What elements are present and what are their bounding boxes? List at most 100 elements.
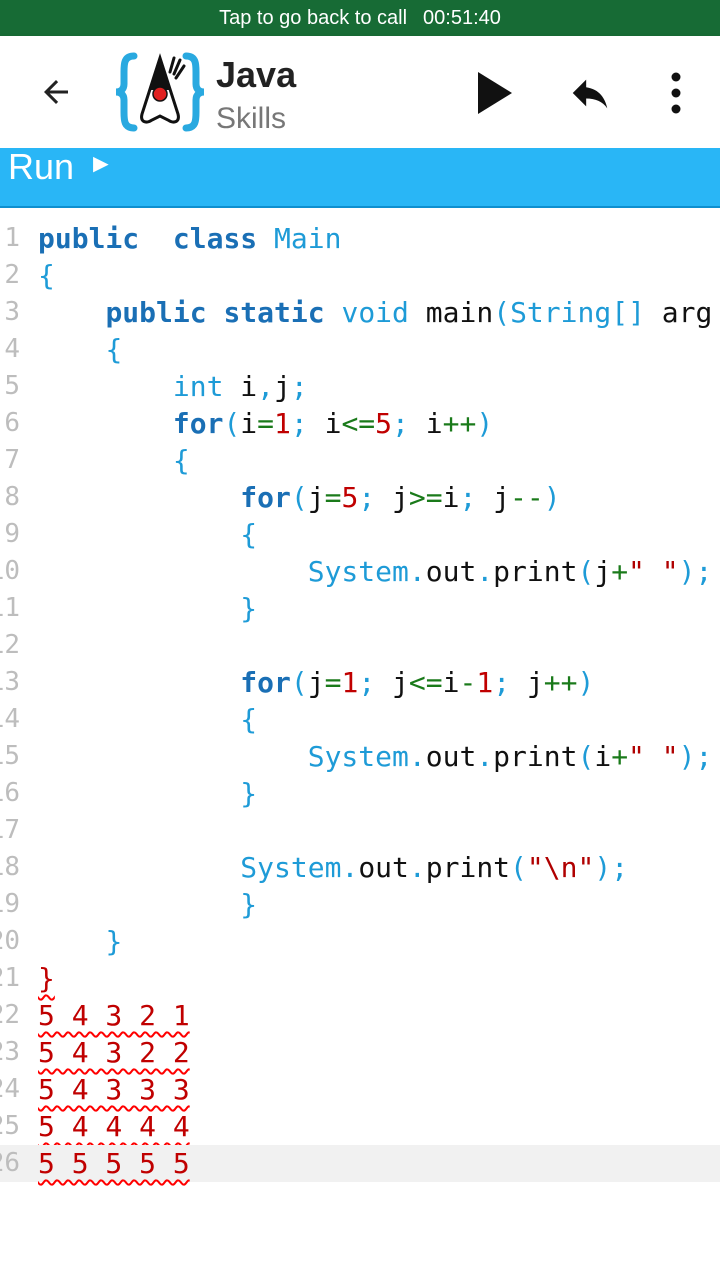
code-line[interactable]: 11 } [0, 590, 720, 627]
code-line[interactable]: 2{ [0, 257, 720, 294]
code-token: public [105, 296, 207, 329]
code-token: i [307, 407, 342, 440]
code-line[interactable]: 6 for(i=1; i<=5; i++) [0, 405, 720, 442]
code-token: ( [510, 851, 527, 884]
code-editor[interactable]: 1 public class Main 2{3 public static void… [0, 220, 720, 1190]
code-token: 5 4 3 2 2 [38, 1036, 190, 1069]
code-token: out [358, 851, 409, 884]
line-number: 7 [4, 445, 20, 475]
code-line[interactable]: 21} [0, 960, 720, 997]
code-text: { [38, 516, 257, 553]
more-options-button[interactable] [662, 66, 690, 120]
code-line[interactable]: 12 [0, 627, 720, 664]
code-token: i [408, 407, 443, 440]
arrow-back-icon [44, 80, 68, 104]
code-line[interactable]: 3 public static void main(String[] arg [0, 294, 720, 331]
code-text: for(j=1; j<=i-1; j++) [38, 664, 594, 701]
code-line[interactable]: 18 System.out.print("\n"); [0, 849, 720, 886]
code-token: 1 [341, 666, 359, 699]
code-token: ; [290, 370, 308, 403]
code-token: "\n" [526, 851, 595, 884]
code-text: 5 4 3 2 2 [38, 1034, 190, 1071]
code-line[interactable]: 23 5 4 3 2 2 [0, 1034, 720, 1071]
code-token: . [341, 851, 359, 884]
code-token: ; [358, 666, 376, 699]
code-text: 5 4 3 3 3 [38, 1071, 190, 1108]
code-token: 1 [274, 407, 291, 440]
code-text: 5 4 4 4 4 [38, 1108, 190, 1145]
code-token: j [375, 666, 409, 699]
code-line[interactable]: 24 5 4 3 3 3 [0, 1071, 720, 1108]
code-line[interactable]: 1 public class Main [0, 220, 720, 257]
line-number: 26 [0, 1148, 20, 1178]
code-text: 5 4 3 2 1 [38, 997, 190, 1034]
code-token: i [223, 370, 258, 403]
run-button[interactable] [470, 66, 518, 120]
code-line[interactable]: 17 [0, 812, 720, 849]
call-timer: 00:51:40 [423, 6, 501, 29]
code-line[interactable]: 9 { [0, 516, 720, 553]
code-token: j [594, 555, 612, 588]
code-token: i [594, 740, 612, 773]
code-line[interactable]: 19 } [0, 886, 720, 923]
code-line[interactable]: 15 System.out.print(i+" "); [0, 738, 720, 775]
code-token: . [408, 740, 426, 773]
code-token: System [307, 555, 409, 588]
code-token: System [240, 851, 342, 884]
back-button[interactable] [28, 68, 84, 116]
code-token: public [38, 222, 140, 255]
code-line[interactable]: 8 for(j=5; j>=i; j--) [0, 479, 720, 516]
code-token: ( [290, 481, 308, 514]
code-line[interactable]: 5 int i,j; [0, 368, 720, 405]
code-text: for(i=1; i<=5; i++) [38, 405, 493, 442]
code-token: 5 4 4 4 4 [38, 1110, 190, 1143]
return-to-call-bar[interactable]: Tap to go back to call 00:51:40 [0, 0, 720, 36]
code-line[interactable]: 4 { [0, 331, 720, 368]
code-line[interactable]: 20 } [0, 923, 720, 960]
code-token: { [105, 333, 123, 366]
line-number: 23 [0, 1037, 20, 1067]
code-token: i [442, 666, 460, 699]
app-subtitle: Skills [216, 102, 287, 135]
code-token: System [307, 740, 409, 773]
code-line[interactable]: 16 } [0, 775, 720, 812]
code-token: ( [577, 740, 595, 773]
code-token: Main [274, 222, 342, 255]
code-token: { [240, 703, 258, 736]
code-line[interactable]: 14 { [0, 701, 720, 738]
code-token: String[] [510, 296, 645, 329]
code-line[interactable]: 13 for(j=1; j<=i-1; j++) [0, 664, 720, 701]
app-title: Java [216, 54, 297, 95]
run-bar[interactable]: Run ► [0, 146, 720, 208]
code-token: - [459, 666, 477, 699]
code-line[interactable]: 22 5 4 3 2 1 [0, 997, 720, 1034]
code-line[interactable]: 7 { [0, 442, 720, 479]
code-text: { [38, 701, 257, 738]
code-token: ; [459, 481, 477, 514]
code-token: ); [594, 851, 629, 884]
code-token: i [442, 481, 460, 514]
code-line[interactable]: 26 5 5 5 5 5 [0, 1145, 720, 1182]
code-text: } [38, 590, 257, 627]
code-token: . [476, 555, 494, 588]
line-number: 6 [4, 408, 20, 438]
code-line[interactable]: 25 5 4 4 4 4 [0, 1108, 720, 1145]
code-line[interactable]: 10 System.out.print(j+" "); [0, 553, 720, 590]
code-text: public class Main [38, 220, 341, 257]
code-token: ); [678, 740, 713, 773]
code-token: for [172, 407, 224, 440]
code-token: j [476, 481, 511, 514]
undo-button[interactable] [564, 70, 616, 116]
code-token: ; [392, 407, 409, 440]
code-token: ( [290, 666, 308, 699]
code-token: 5 [341, 481, 359, 514]
code-token: { [172, 444, 190, 477]
code-text: 5 5 5 5 5 [38, 1145, 190, 1182]
